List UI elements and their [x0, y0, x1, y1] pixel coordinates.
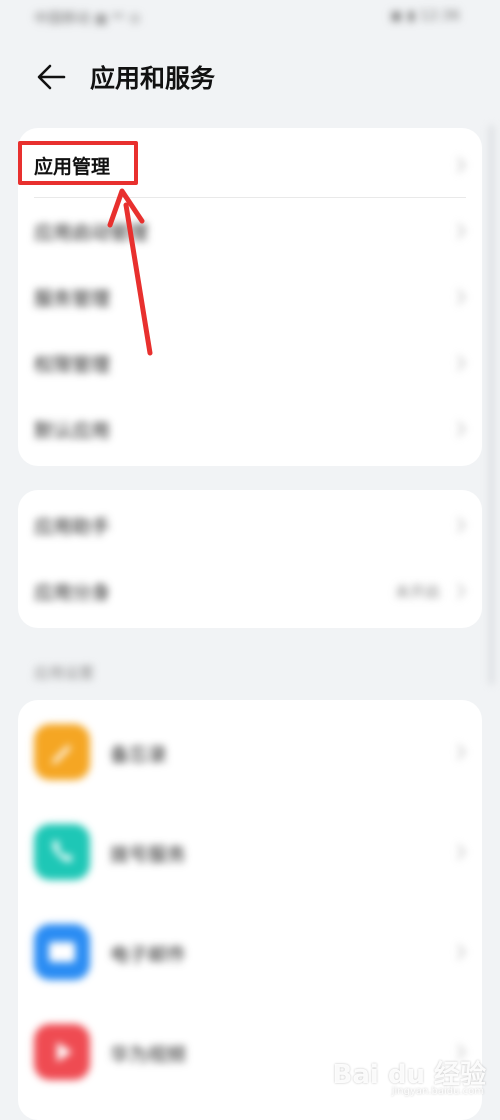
app-item-email[interactable]: 电子邮件: [18, 902, 482, 1002]
status-carrier: 中国移动 ▦ ⁴ᴳ ⊙: [34, 11, 141, 27]
header: 应用和服务: [0, 48, 500, 108]
menu-item-service-management[interactable]: 服务管理: [18, 264, 482, 330]
menu-item-value: 未开启: [394, 583, 440, 601]
phone-app-icon: [34, 824, 90, 880]
menu-item-label: 应用助手: [34, 516, 111, 538]
app-item-label: 拨号服务: [110, 844, 187, 866]
chevron-right-icon: [457, 583, 466, 599]
back-arrow-icon[interactable]: [34, 60, 68, 94]
watermark-url: jingyan.baidu.com: [391, 1086, 484, 1097]
menu-item-default-apps[interactable]: 默认应用: [18, 396, 482, 462]
status-battery-time: ▣ ▮ 12:36: [389, 8, 460, 24]
app-item-label: 华为视频: [110, 1044, 187, 1066]
menu-item-label: 默认应用: [34, 420, 111, 442]
app-item-notes[interactable]: 备忘录: [18, 702, 482, 802]
chevron-right-icon: [457, 157, 466, 173]
scrollbar[interactable]: [489, 125, 494, 685]
menu-item-label: 应用分身: [34, 582, 111, 604]
page-title: 应用和服务: [90, 64, 216, 93]
chevron-right-icon: [457, 355, 466, 371]
menu-item-app-twin[interactable]: 应用分身 未开启: [18, 558, 482, 624]
chevron-right-icon: [457, 289, 466, 305]
chevron-right-icon: [457, 844, 466, 860]
chevron-right-icon: [457, 944, 466, 960]
chevron-right-icon: [457, 421, 466, 437]
app-item-label: 备忘录: [110, 744, 168, 766]
menu-item-app-launch[interactable]: 应用启动管理: [18, 198, 482, 264]
status-bar: 中国移动 ▦ ⁴ᴳ ⊙ ▣ ▮ 12:36: [0, 0, 500, 40]
highlight-box: [18, 141, 138, 185]
email-app-icon: [34, 924, 90, 980]
app-item-dialer[interactable]: 拨号服务: [18, 802, 482, 902]
chevron-right-icon: [457, 223, 466, 239]
menu-item-app-assistant[interactable]: 应用助手: [18, 492, 482, 558]
app-item-label: 电子邮件: [110, 944, 187, 966]
annotation-arrow-icon: [107, 188, 153, 356]
notes-app-icon: [34, 724, 90, 780]
menu-item-permission-management[interactable]: 权限管理: [18, 330, 482, 396]
video-app-icon: [34, 1024, 90, 1080]
section-label: 应用设置: [34, 664, 95, 682]
chevron-right-icon: [457, 517, 466, 533]
app-assistant-card: 应用助手 应用分身 未开启: [18, 490, 482, 628]
chevron-right-icon: [457, 744, 466, 760]
